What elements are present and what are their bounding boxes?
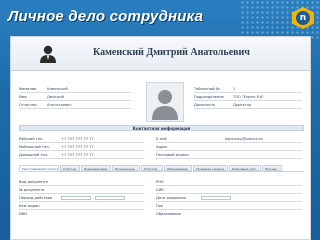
slide-title: Личное дело сотрудника (8, 8, 204, 25)
divider (19, 142, 144, 143)
employee-full-name: Каменский Дмитрий Анатольевич (93, 47, 250, 58)
user-avatar-icon (40, 45, 56, 63)
logo-hexagon: n (292, 7, 314, 29)
divider (194, 108, 302, 109)
divider (156, 142, 302, 143)
field-label-iin: ИИН (19, 212, 28, 216)
divider (19, 185, 144, 186)
field-label-postal-code: Почтовый индекс (156, 153, 190, 157)
divider (19, 100, 131, 101)
contacts-section-header: Контактная информация (19, 125, 304, 131)
field-value-patronymic[interactable]: Анатольевич (47, 103, 72, 107)
field-label-email: E-mail (156, 137, 168, 141)
field-label-birth-date: Дата рождения (156, 196, 186, 200)
divider (194, 92, 302, 93)
field-label-gender: Пол (156, 204, 164, 208)
employee-header: Каменский Дмитрий Анатольевич (11, 37, 310, 71)
logo: n (292, 7, 314, 33)
field-label-education: Образование (156, 212, 181, 216)
divider (19, 209, 144, 210)
field-label-work-phone: Рабочий тел. (19, 137, 44, 141)
divider (156, 201, 302, 202)
field-label-rnn: РНН (156, 180, 164, 184)
divider (19, 150, 144, 151)
field-value-work-phone[interactable]: +7 727 777 77 77 (61, 137, 94, 141)
field-label-patronymic: Отчество (19, 103, 37, 107)
field-label-issued-by: Кем выдан (19, 204, 40, 208)
field-label-doc-number: № документа (19, 188, 45, 192)
field-label-sik: СИК (156, 188, 164, 192)
employee-card-window: Каменский Дмитрий Анатольевич Фамилия Ка… (10, 36, 311, 240)
divider (19, 92, 131, 93)
field-label-doc-type: Вид документа (19, 180, 48, 184)
validity-from-input[interactable] (61, 196, 91, 200)
validity-to-input[interactable] (95, 196, 125, 200)
field-value-email[interactable]: kapensky@ardoco.kz (225, 137, 263, 141)
field-value-home-phone[interactable]: +7 727 777 77 77 (61, 153, 94, 157)
field-label-name: Имя (19, 95, 27, 99)
divider (194, 100, 302, 101)
field-label-mobile-phone: Мобильный тел. (19, 145, 50, 149)
field-value-surname[interactable]: Каменский (47, 87, 68, 91)
field-value-name[interactable]: Дмитрий (47, 95, 64, 99)
divider (156, 193, 302, 194)
divider (156, 185, 302, 186)
field-value-department[interactable]: ТОО "Expert 8.6" (233, 95, 264, 99)
divider (156, 209, 302, 210)
person-silhouette-icon (152, 90, 178, 120)
field-label-validity: Период действия (19, 196, 53, 200)
field-label-surname: Фамилия (19, 87, 37, 91)
divider (19, 193, 144, 194)
logo-letter: n (296, 11, 310, 25)
employee-photo[interactable] (146, 82, 184, 122)
field-value-tab-number[interactable]: 1 (233, 87, 235, 91)
divider (156, 158, 302, 159)
field-label-position: Должность (194, 103, 216, 107)
divider (156, 150, 302, 151)
divider (19, 108, 131, 109)
divider (19, 201, 144, 202)
birth-date-input[interactable] (201, 196, 231, 200)
field-label-tab-number: Табельный № (194, 87, 220, 91)
divider (19, 158, 144, 159)
tabs-underline (19, 171, 304, 172)
field-label-department: Подразделение (194, 95, 224, 99)
field-value-mobile-phone[interactable]: +7 727 777 77 77 (61, 145, 94, 149)
field-label-home-phone: Домашний тел. (19, 153, 49, 157)
field-label-address: Адрес (156, 145, 168, 149)
field-value-position[interactable]: Директор (233, 103, 251, 107)
